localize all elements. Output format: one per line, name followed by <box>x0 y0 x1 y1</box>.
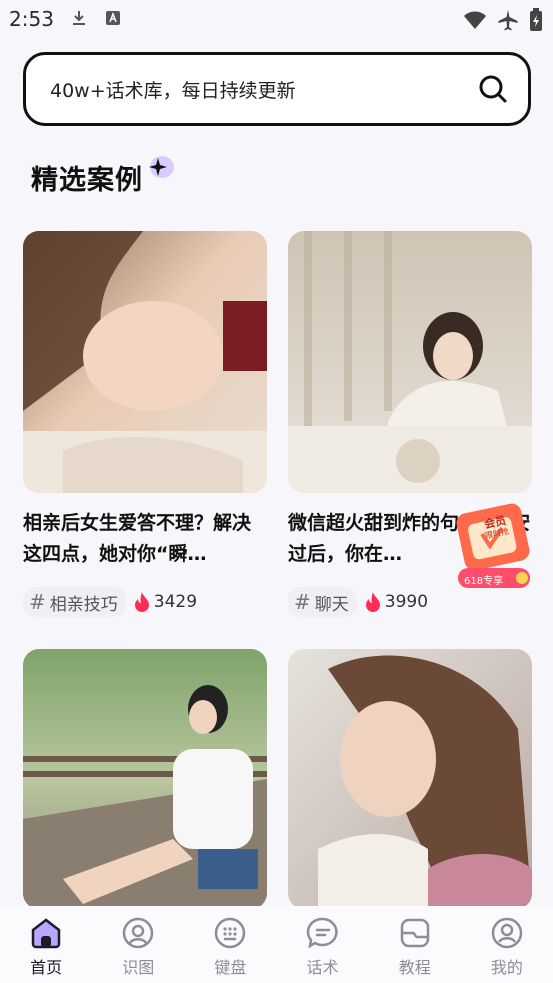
flame-icon <box>134 592 149 612</box>
nav-item-keyboard[interactable]: 键盘 <box>184 916 276 978</box>
chat-bubble-icon[interactable] <box>306 916 340 950</box>
tag-chip[interactable]: # 相亲技巧 <box>23 587 126 617</box>
case-card-image[interactable] <box>288 231 532 493</box>
nav-item-profile[interactable]: 我的 <box>461 916 553 978</box>
keyboard-icon[interactable] <box>213 916 247 950</box>
hash-icon: # <box>29 590 46 614</box>
text-a-icon <box>106 11 120 25</box>
section-header: 精选案例 <box>31 156 174 197</box>
nav-item-tutorial[interactable]: 教程 <box>369 916 461 978</box>
like-number: 3990 <box>384 592 429 612</box>
case-card-image[interactable] <box>23 649 267 909</box>
hash-icon: # <box>294 590 311 614</box>
airplane-icon <box>498 10 518 31</box>
tag-label: 相亲技巧 <box>49 594 118 615</box>
nav-label[interactable]: 我的 <box>491 954 523 978</box>
nav-label[interactable]: 识图 <box>122 954 154 978</box>
search-bar[interactable]: 40w+话术库，每日持续更新 <box>23 52 531 126</box>
flame-icon <box>365 592 380 612</box>
nav-label[interactable]: 首页 <box>30 954 62 978</box>
case-card[interactable]: 相亲后女生爱答不理？解决这四点，她对你“瞬… # 相亲技巧 3429 <box>23 231 267 617</box>
battery-charging-icon <box>530 8 542 31</box>
nav-item-home[interactable]: 首页 <box>0 916 92 978</box>
nav-item-scripts[interactable]: 话术 <box>277 916 369 978</box>
case-card-meta: # 相亲技巧 3429 <box>23 587 267 617</box>
section-title: 精选案例 <box>31 165 143 196</box>
like-number: 3429 <box>153 592 198 612</box>
like-count: 3990 <box>365 592 428 612</box>
status-time: 2:53 <box>9 7 54 31</box>
nav-item-image-recognize[interactable]: 识图 <box>92 916 184 978</box>
promo-event-label: 618专享 <box>464 576 504 587</box>
nav-label[interactable]: 键盘 <box>214 954 246 978</box>
profile-icon[interactable] <box>490 916 524 950</box>
tag-label: 聊天 <box>314 594 349 615</box>
vip-promo-badge[interactable]: 会员 限时抢 618专享 <box>452 500 534 590</box>
case-card[interactable] <box>288 649 532 909</box>
image-recognize-icon[interactable] <box>121 916 155 950</box>
sparkle-icon <box>149 156 174 178</box>
tutorial-icon[interactable] <box>398 916 432 950</box>
bottom-nav: 首页 识图 键盘 话术 教程 我的 <box>0 906 553 983</box>
like-count: 3429 <box>134 592 197 612</box>
case-card-title[interactable]: 相亲后女生爱答不理？解决这四点，她对你“瞬… <box>23 508 267 570</box>
wifi-icon <box>464 11 486 29</box>
case-card-image[interactable] <box>288 649 532 909</box>
case-card-image[interactable] <box>23 231 267 493</box>
home-icon[interactable] <box>29 916 63 950</box>
tag-chip[interactable]: # 聊天 <box>288 587 357 617</box>
status-bar: 2:53 <box>0 0 553 38</box>
nav-label[interactable]: 教程 <box>399 954 431 978</box>
case-card-meta: # 聊天 3990 <box>288 587 532 617</box>
case-card[interactable] <box>23 649 267 909</box>
download-icon <box>73 11 85 25</box>
search-placeholder[interactable]: 40w+话术库，每日持续更新 <box>50 76 478 103</box>
nav-label[interactable]: 话术 <box>307 954 339 978</box>
search-icon[interactable] <box>478 74 508 104</box>
